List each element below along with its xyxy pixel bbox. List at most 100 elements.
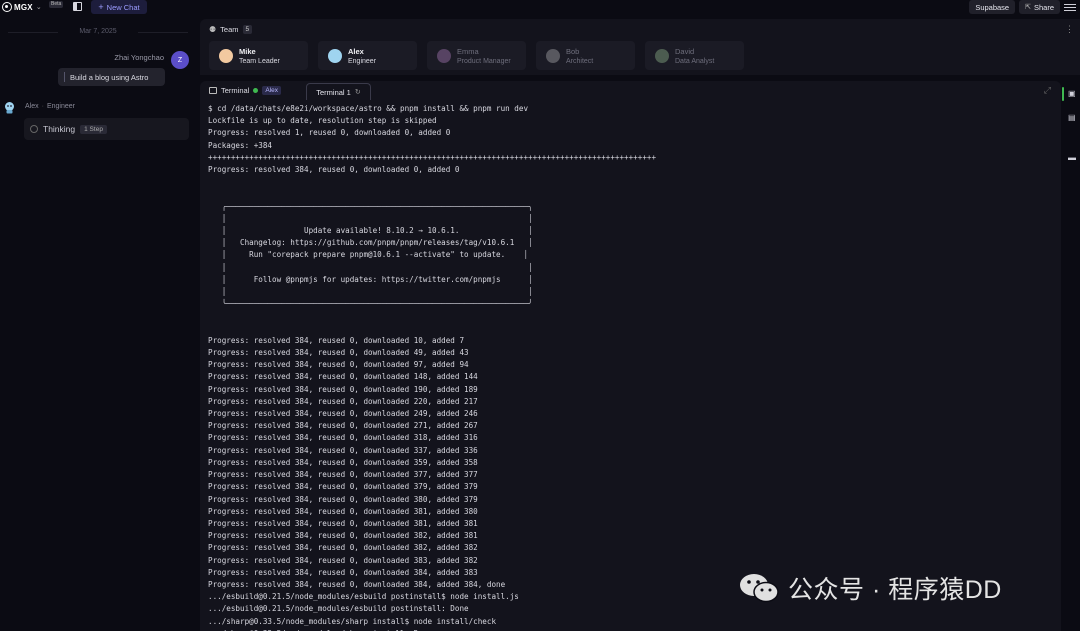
terminal-line: Progress: resolved 384, reused 0, downlo… <box>208 396 478 406</box>
team-member-mike[interactable]: Mike Team Leader <box>209 41 308 70</box>
terminal-line: Progress: resolved 384, reused 0, downlo… <box>208 494 478 504</box>
terminal-line: Progress: resolved 384, reused 0, downlo… <box>208 482 478 492</box>
more-options-icon[interactable]: ⋮ <box>1065 24 1074 35</box>
terminal-line: Progress: resolved 384, reused 0, downlo… <box>208 543 478 553</box>
terminal-line: Progress: resolved 384, reused 0, downlo… <box>208 506 478 516</box>
terminal-tab-bar: Terminal Alex Terminal 1 ↻ ⤢ <box>200 81 1061 100</box>
terminal-line: │ Follow @pnpmjs for updates: https://tw… <box>208 274 533 284</box>
terminal-line: │ │ <box>208 213 533 223</box>
emma-avatar-icon <box>437 48 451 63</box>
brand-name: MGX <box>14 2 33 12</box>
terminal-line: Progress: resolved 384, reused 0, downlo… <box>208 457 478 467</box>
terminal-view-icon[interactable]: ▣ <box>1068 90 1077 98</box>
top-right-actions: Supabase ⇱ Share <box>969 0 1076 14</box>
member-name: Mike <box>239 46 256 56</box>
terminal-line: Progress: resolved 384, reused 0, downlo… <box>208 384 478 394</box>
member-role: Data Analyst <box>675 57 715 65</box>
terminal-line: Progress: resolved 384, reused 0, downlo… <box>208 421 478 431</box>
watermark-text: 公众号 · 程序猿DD <box>788 576 1002 604</box>
team-member-david[interactable]: David Data Analyst <box>645 41 744 70</box>
terminal-line: Progress: resolved 384, reused 0, downlo… <box>208 555 478 565</box>
mgx-logo-icon <box>2 2 12 12</box>
terminal-line: Progress: resolved 384, reused 0, downlo… <box>208 348 469 358</box>
terminal-line: │ │ <box>208 287 533 297</box>
terminal-line: ╭───────────────────────────────────────… <box>208 201 533 211</box>
member-name: Alex <box>348 46 364 56</box>
bob-avatar-icon <box>546 48 560 63</box>
terminal-line: │ Run "corepack prepare pnpm@10.6.1 --ac… <box>208 250 529 260</box>
tab-terminal-1[interactable]: Terminal 1 ↻ <box>306 83 371 100</box>
member-name: Bob <box>566 46 580 56</box>
chevron-down-icon: ⌄ <box>35 4 42 11</box>
team-member-emma[interactable]: Emma Product Manager <box>427 41 526 70</box>
terminal-line: Progress: resolved 384, reused 0, downlo… <box>208 433 478 443</box>
terminal-line: Progress: resolved 384, reused 0, downlo… <box>208 165 460 175</box>
watermark: 公众号 · 程序猿DD <box>738 570 1002 606</box>
team-title: Team <box>220 25 239 34</box>
supabase-button[interactable]: Supabase <box>969 0 1016 14</box>
david-avatar-icon <box>655 48 669 63</box>
new-chat-label: New Chat <box>106 2 140 12</box>
member-role: Product Manager <box>457 57 511 65</box>
chat-date-divider: Mar 7, 2025 <box>8 28 188 35</box>
right-rail: ▣ ▤ ▬ <box>1061 81 1080 631</box>
thinking-label: Thinking <box>43 124 76 134</box>
team-member-bob[interactable]: Bob Architect <box>536 41 635 70</box>
mike-avatar-icon <box>219 48 233 63</box>
expand-icon[interactable]: ⤢ <box>1044 85 1051 96</box>
terminal-line: Progress: resolved 1, reused 0, download… <box>208 128 451 138</box>
team-member-alex[interactable]: Alex Engineer <box>318 41 417 70</box>
user-avatar: Z <box>171 51 189 69</box>
terminal-header: Terminal Alex <box>209 86 281 95</box>
thinking-block[interactable]: Thinking 1 Step <box>24 118 189 140</box>
terminal-line: Progress: resolved 384, reused 0, downlo… <box>208 445 478 455</box>
terminal-line: Packages: +384 <box>208 140 273 150</box>
member-name: Emma <box>457 46 479 56</box>
terminal-line: ++++++++++++++++++++++++++++++++++++++++… <box>208 152 657 162</box>
terminal-line: Progress: resolved 384, reused 0, downlo… <box>208 531 478 541</box>
step-badge: 1 Step <box>80 124 107 134</box>
terminal-line: Progress: resolved 384, reused 0, downlo… <box>208 335 465 345</box>
refresh-icon[interactable]: ↻ <box>355 88 361 96</box>
member-name: David <box>675 46 695 56</box>
terminal-line: ╰───────────────────────────────────────… <box>208 299 533 309</box>
thinking-spinner-icon <box>30 125 38 133</box>
member-role: Architect <box>566 57 594 65</box>
user-name: Zhai Yongchao <box>114 53 164 62</box>
active-indicator <box>1062 87 1064 101</box>
terminal-line: $ cd /data/chats/e8e2i/workspace/astro &… <box>208 104 529 113</box>
terminal-line: Progress: resolved 384, reused 0, downlo… <box>208 470 478 480</box>
status-dot-icon <box>253 88 259 93</box>
sidebar-toggle-icon[interactable] <box>73 2 82 11</box>
top-bar: MGX ⌄ Beta + New Chat Supabase ⇱ Share <box>0 0 1080 14</box>
plus-icon: + <box>98 1 104 12</box>
brand-menu[interactable]: MGX ⌄ <box>2 1 42 13</box>
alex-avatar-icon <box>328 48 342 63</box>
terminal-line: .../sharp@0.33.5/node_modules/sharp inst… <box>208 616 497 626</box>
terminal-line: │ Update available! 8.10.2 → 10.6.1. │ <box>208 226 533 236</box>
terminal-icon <box>209 87 217 94</box>
supabase-label: Supabase <box>975 2 1010 12</box>
user-message: Build a blog using Astro <box>58 68 165 86</box>
share-button[interactable]: ⇱ Share <box>1019 0 1060 14</box>
alex-avatar-icon <box>5 102 14 114</box>
agent-name: Alex <box>25 103 39 110</box>
team-count-badge: 5 <box>242 25 253 34</box>
beta-badge: Beta <box>49 1 64 8</box>
folder-icon[interactable]: ▬ <box>1068 154 1077 162</box>
share-label: Share <box>1033 2 1054 12</box>
editor-view-icon[interactable]: ▤ <box>1068 114 1077 122</box>
terminal-title: Terminal <box>221 86 250 95</box>
new-chat-button[interactable]: + New Chat <box>91 0 147 14</box>
agent-label: Alex · Engineer <box>25 103 75 110</box>
terminal-line: Progress: resolved 384, reused 0, downlo… <box>208 409 478 419</box>
terminal-output[interactable]: $ cd /data/chats/e8e2i/workspace/astro &… <box>208 103 1048 631</box>
terminal-panel: Terminal Alex Terminal 1 ↻ ⤢ $ cd /data/… <box>200 81 1061 631</box>
terminal-line: Progress: resolved 384, reused 0, downlo… <box>208 360 469 370</box>
team-icon: ⚉ <box>209 25 217 34</box>
settings-sliders-icon[interactable] <box>1064 0 1076 14</box>
terminal-line: Progress: resolved 384, reused 0, downlo… <box>208 518 478 528</box>
member-role: Engineer <box>348 57 377 65</box>
